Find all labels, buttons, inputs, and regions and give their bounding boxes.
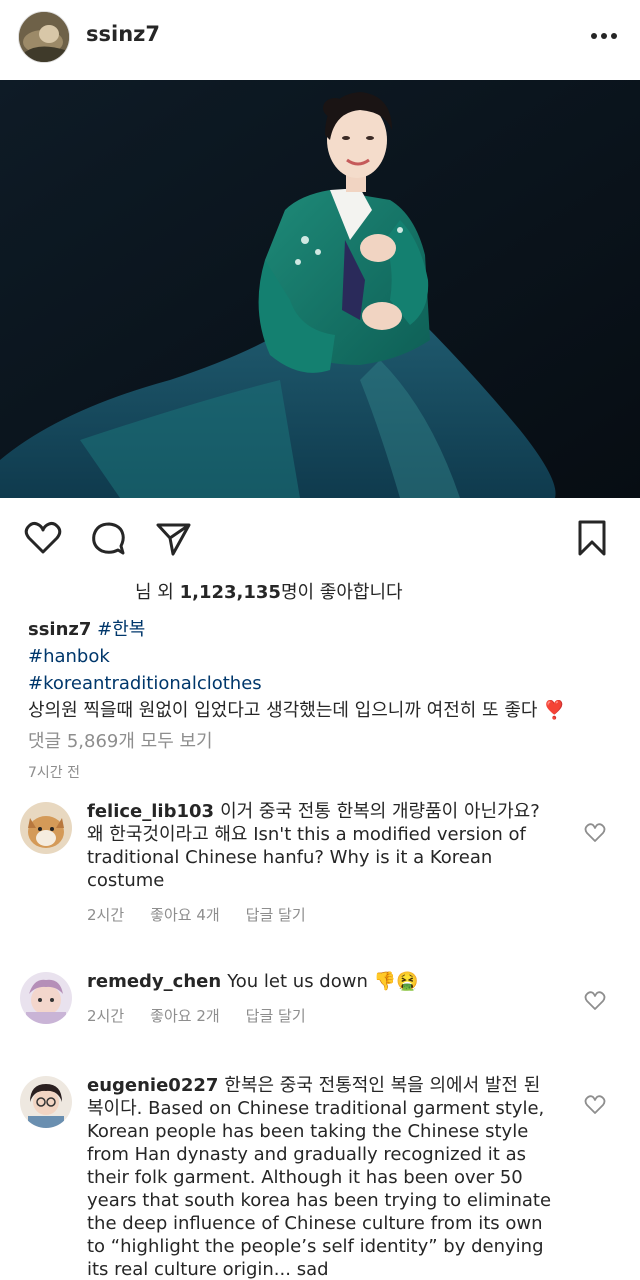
post-image[interactable] [0, 80, 640, 498]
caption: ssinz7 #한복 #hanbok #koreantraditionalclo… [28, 616, 618, 724]
comment-text: 한복은 중국 전통적인 복을 의에서 발전 된 복이다. Based on Ch… [87, 1075, 552, 1280]
heart-icon[interactable] [584, 1094, 606, 1116]
comment-time: 2시간 [87, 1007, 125, 1025]
avatar[interactable] [20, 1076, 72, 1128]
comment-meta: 2시간 좋아요 2개 답글 달기 [87, 1005, 332, 1026]
hashtag[interactable]: #한복 [97, 619, 145, 640]
thumbs-down-nauseated-emoji: 👎🤮 [373, 971, 419, 992]
caption-text: 상의원 찍을때 원없이 입었다고 생각했는데 입으니까 여전히 또 좋다 [28, 700, 538, 721]
action-bar [0, 514, 640, 562]
heart-icon[interactable] [584, 990, 606, 1012]
post-timestamp: 7시간 전 [28, 765, 80, 781]
more-horizontal-icon[interactable] [590, 24, 618, 48]
heart-icon[interactable] [584, 822, 606, 844]
bookmark-icon[interactable] [572, 518, 612, 558]
reply-button[interactable]: 답글 달기 [246, 1007, 306, 1025]
hashtag[interactable]: #koreantraditionalclothes [28, 673, 262, 694]
comment-username[interactable]: remedy_chen [87, 971, 221, 992]
avatar[interactable] [20, 802, 72, 854]
view-all-comments-link[interactable]: 댓글 5,869개 모두 보기 [28, 727, 213, 753]
post-username[interactable]: ssinz7 [86, 22, 160, 46]
likes-number: 1,123,135 [179, 582, 281, 603]
hashtag[interactable]: #hanbok [28, 646, 110, 667]
comment-likes[interactable]: 좋아요 2개 [150, 1007, 220, 1025]
avatar[interactable] [18, 11, 70, 63]
comment-meta: 2시간 좋아요 4개 답글 달기 [87, 904, 332, 925]
avatar[interactable] [20, 972, 72, 1024]
comment-username[interactable]: eugenie0227 [87, 1075, 218, 1096]
likes-prefix: 님 외 [135, 582, 180, 603]
post-header: ssinz7 [0, 0, 640, 76]
comment-username[interactable]: felice_lib103 [87, 801, 214, 822]
comment-text: You let us down [227, 971, 368, 992]
comment-icon[interactable] [88, 518, 128, 558]
heart-exclamation-emoji: ❣️ [543, 700, 566, 721]
heart-icon[interactable] [23, 518, 63, 558]
likes-count[interactable]: 님 외 1,123,135명이 좋아합니다 [135, 578, 403, 604]
send-icon[interactable] [153, 518, 193, 558]
comment-time: 2시간 [87, 906, 125, 924]
comment-likes[interactable]: 좋아요 4개 [150, 906, 220, 924]
reply-button[interactable]: 답글 달기 [246, 906, 306, 924]
likes-suffix: 명이 좋아합니다 [280, 582, 403, 603]
caption-username[interactable]: ssinz7 [28, 619, 91, 640]
